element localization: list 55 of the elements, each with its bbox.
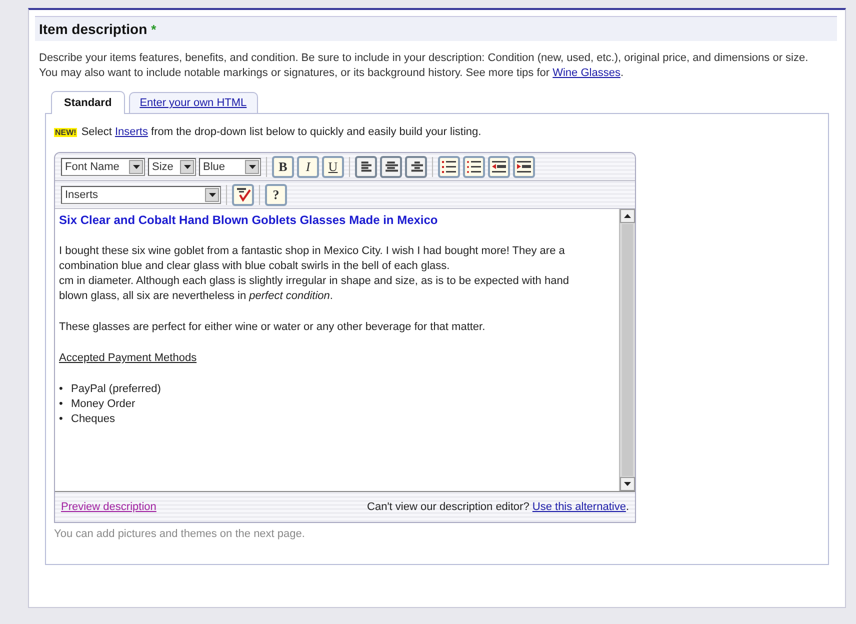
align-center-button[interactable] (380, 156, 402, 178)
list-item: Cheques (71, 412, 116, 427)
toolbar-dropdown[interactable]: Size (148, 158, 196, 176)
editor-tab[interactable]: Enter your own HTML (128, 92, 258, 113)
toolbar-dropdown[interactable]: Blue (199, 158, 261, 176)
notice-text: Select Inserts from the drop-down list below to quickly and easily build your listing. (81, 126, 482, 138)
underline-button[interactable]: U (322, 156, 344, 178)
spellcheck-button[interactable] (232, 184, 254, 206)
content-paragraph: I bought these six wine goblet from a fantastic shop in Mexico City. I wish I had bought more! They are a combination blue and clear glass with blue cobalt swirls in the bell of each glass. (59, 244, 566, 274)
align-center-icon (384, 160, 398, 172)
tips-link[interactable]: Wine Glasses (552, 67, 620, 79)
inserts-dropdown[interactable]: Inserts (61, 186, 221, 204)
outdent-list-icon (492, 160, 506, 174)
bulleted-list-button[interactable] (463, 156, 485, 178)
content-paragraph: cm in diameter. Although each glass is slightly irregular in shape and size, as is to be expected with hand blown glass, all six are nevertheless in perfect condition. (59, 274, 570, 304)
new-badge: NEW! (54, 128, 78, 137)
alternative-text: Can't view our description editor? Use this alternative. (367, 501, 629, 513)
help-button[interactable]: ? (265, 184, 287, 206)
inserts-link[interactable]: Inserts (114, 126, 148, 138)
content-paragraph: These glasses are perfect for either wine or water or any other beverage for that matter. (59, 320, 486, 335)
outdent-list-button[interactable] (488, 156, 510, 178)
align-right-button[interactable] (405, 156, 427, 178)
list-item: Money Order (71, 397, 136, 412)
numbered-list-button[interactable] (438, 156, 460, 178)
intro-text: Describe your items features, benefits, and condition. Be sure to include in your description: Condition (new, used, etc.), original price, and dimensions or size. You may also want to include notable markings or signatures, or its background history. See more tips for Wine Glasses. (39, 51, 810, 81)
content-heading: Six Clear and Cobalt Hand Blown Goblets Glasses Made in Mexico (59, 213, 439, 228)
scrollbar[interactable] (619, 209, 635, 491)
editor-tab[interactable]: Standard (51, 91, 125, 114)
dropdown-arrow-icon (184, 164, 190, 168)
scroll-down-icon (624, 482, 631, 486)
dropdown-arrow-icon (208, 192, 216, 196)
align-left-icon (359, 160, 373, 172)
bullet-icon: • (59, 382, 64, 397)
section-title: Item description (39, 21, 148, 37)
align-right-icon (409, 160, 423, 172)
dropdown-arrow-icon (132, 164, 140, 168)
content-subheading: Accepted Payment Methods (59, 352, 197, 364)
hint-text: You can add pictures and themes on the next page. (54, 528, 306, 540)
italic-button[interactable]: I (297, 156, 319, 178)
indent-list-icon (517, 160, 531, 174)
dropdown-arrow-icon (248, 164, 256, 168)
align-left-button[interactable] (355, 156, 377, 178)
spellcheck-icon (236, 187, 250, 202)
preview-link[interactable]: Preview description (61, 501, 156, 513)
required-mark: * (151, 22, 156, 36)
numbered-list-icon (442, 160, 456, 174)
alternative-link[interactable]: Use this alternative (532, 501, 626, 513)
indent-list-button[interactable] (513, 156, 535, 178)
bullet-icon: • (59, 397, 64, 412)
bullet-icon: • (59, 412, 64, 427)
bulleted-list-icon (467, 160, 481, 174)
scroll-up-icon (624, 214, 631, 218)
toolbar-dropdown[interactable]: Font Name (61, 158, 145, 176)
list-item: PayPal (preferred) (71, 382, 161, 397)
bold-button[interactable]: B (272, 156, 294, 178)
